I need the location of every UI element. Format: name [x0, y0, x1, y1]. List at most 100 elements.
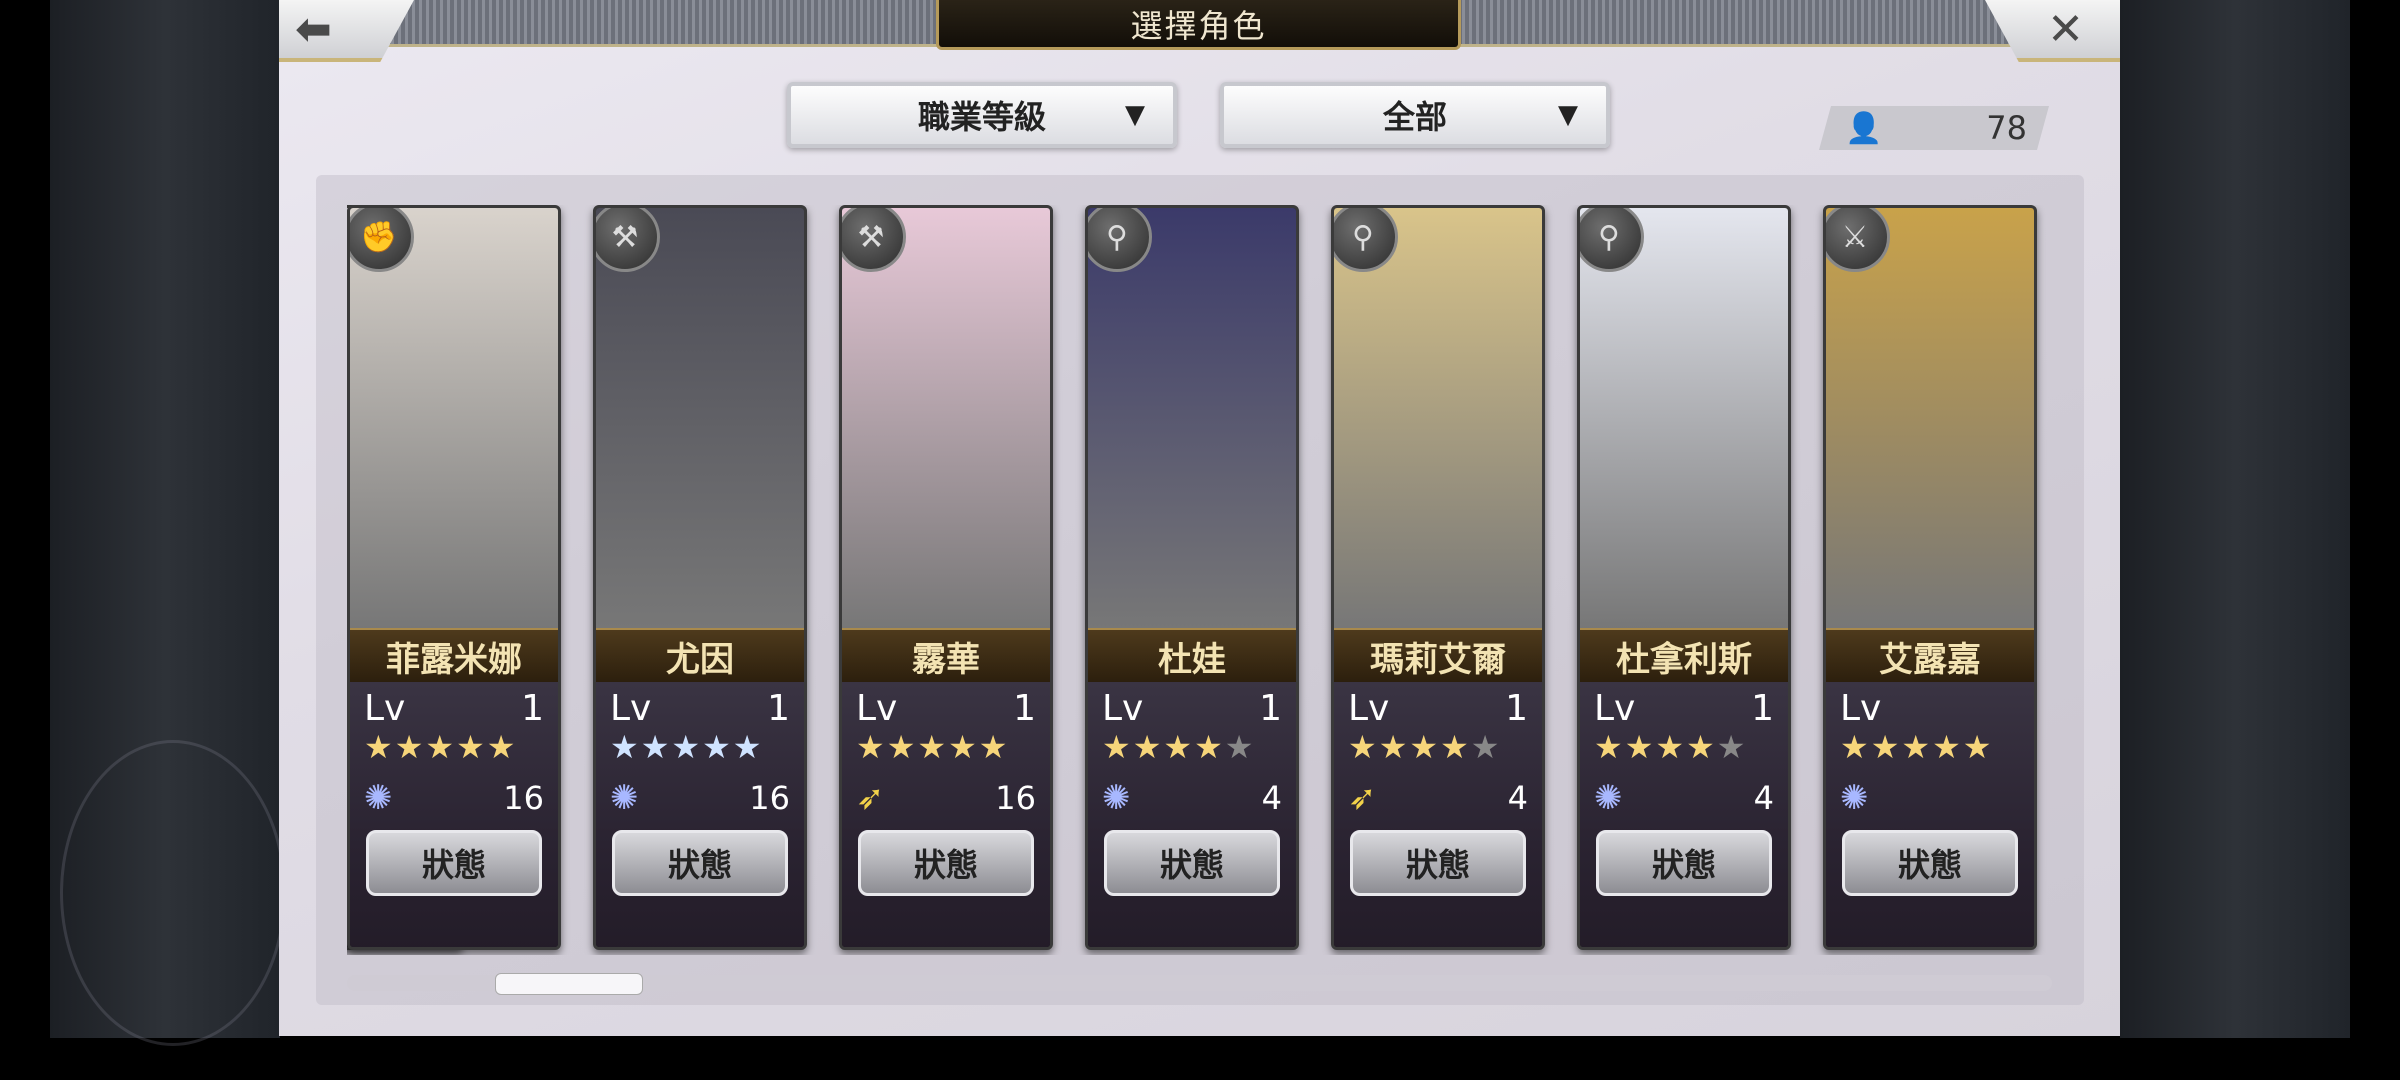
element-value: 4 — [1261, 779, 1282, 817]
filter-dropdown-label: 全部 — [1382, 98, 1447, 136]
filter-dropdown[interactable]: 全部 ▼ — [1220, 82, 1610, 148]
roster-count: 👤 78 — [1819, 106, 2049, 150]
element-value: 4 — [1507, 779, 1528, 817]
back-button[interactable]: ⬅ — [279, 0, 414, 62]
level-value: 1 — [1751, 688, 1774, 729]
close-button[interactable]: ✕ — [1985, 0, 2120, 62]
level-row: Lv 1 — [610, 688, 790, 729]
star-icon: ★ — [1870, 728, 1902, 766]
chevron-down-icon: ▼ — [1558, 100, 1578, 130]
star-icon: ★ — [1932, 728, 1963, 766]
arrow-left-icon: ⬅ — [295, 3, 332, 55]
character-name: 尤因 — [596, 628, 804, 684]
star-icon: ★ — [917, 728, 949, 766]
character-stats: Lv 1 ★★★★★ ✺ 4 狀態 — [1088, 682, 1296, 947]
element-value: 16 — [995, 779, 1036, 817]
character-card[interactable]: ⚒ 霧華 Lv 1 ★★★★★ ➶ 16 狀態 — [839, 205, 1053, 950]
rarity-stars: ★★★★★ — [1348, 728, 1501, 766]
level-label: Lv — [364, 688, 406, 729]
character-stats: Lv ★★★★★ ✺ 狀態 — [1826, 682, 2034, 947]
level-value: 1 — [767, 688, 790, 729]
rarity-stars: ★★★★★ — [1840, 728, 1993, 766]
character-card[interactable]: ⚒ 尤因 Lv 1 ★★★★★ ✺ 16 狀態 — [593, 205, 807, 950]
element-row: ➶ 4 — [1348, 778, 1528, 818]
star-icon: ★ — [1901, 728, 1933, 766]
star-icon: ★ — [1194, 728, 1225, 766]
star-icon: ★ — [948, 728, 979, 766]
character-name: 菲露米娜 — [350, 628, 558, 684]
character-card[interactable]: ⚲ 瑪莉艾爾 Lv 1 ★★★★★ ➶ 4 狀態 — [1331, 205, 1545, 950]
character-name: 瑪莉艾爾 — [1334, 628, 1542, 684]
status-button[interactable]: 狀態 — [1104, 830, 1280, 896]
level-value: 1 — [521, 688, 544, 729]
star-icon: ★ — [425, 728, 457, 766]
character-card[interactable]: ⚲ 杜拿利斯 Lv 1 ★★★★★ ✺ 4 狀態 — [1577, 205, 1791, 950]
element-value: 16 — [503, 779, 544, 817]
star-icon: ★ — [732, 728, 764, 766]
level-row: Lv 1 — [1102, 688, 1282, 729]
character-stats: Lv 1 ★★★★★ ➶ 4 狀態 — [1334, 682, 1542, 947]
star-icon: ★ — [1102, 728, 1133, 766]
scrollbar-thumb[interactable] — [495, 973, 643, 995]
character-card[interactable]: ⚔ 艾露嘉 Lv ★★★★★ ✺ 狀態 — [1823, 205, 2037, 950]
star-icon: ★ — [610, 728, 641, 766]
status-button[interactable]: 狀態 — [366, 830, 542, 896]
star-icon: ★ — [1224, 728, 1256, 766]
light-element-icon: ➶ — [856, 778, 885, 818]
star-icon: ★ — [1440, 728, 1471, 766]
level-row: Lv 1 — [364, 688, 544, 729]
character-select-panel: ⬅ 選擇角色 ✕ 職業等級 ▼ 全部 ▼ 👤 78 Lv1★★★★★✺6狀態✊菲… — [279, 0, 2120, 1036]
star-icon: ★ — [886, 728, 918, 766]
wind-element-icon: ✺ — [364, 778, 393, 818]
element-value: 16 — [749, 779, 790, 817]
element-row: ✺ 4 — [1594, 778, 1774, 818]
sort-dropdown[interactable]: 職業等級 ▼ — [787, 82, 1177, 148]
star-icon: ★ — [671, 728, 703, 766]
status-button[interactable]: 狀態 — [858, 830, 1034, 896]
star-icon: ★ — [1686, 728, 1717, 766]
element-row: ✺ 16 — [610, 778, 790, 818]
star-icon: ★ — [364, 728, 395, 766]
roster-count-value: 78 — [1986, 109, 2027, 147]
level-label: Lv — [856, 688, 898, 729]
status-button[interactable]: 狀態 — [1842, 830, 2018, 896]
level-label: Lv — [610, 688, 652, 729]
level-label: Lv — [1348, 688, 1390, 729]
background-right — [2120, 0, 2350, 1038]
close-x-icon: ✕ — [2047, 3, 2084, 55]
status-button[interactable]: 狀態 — [612, 830, 788, 896]
star-icon: ★ — [1840, 728, 1871, 766]
star-icon: ★ — [702, 728, 733, 766]
level-value: 1 — [1505, 688, 1528, 729]
rarity-stars: ★★★★★ — [1594, 728, 1747, 766]
level-row: Lv 1 — [1594, 688, 1774, 729]
character-stats: Lv 1 ★★★★★ ✺ 16 狀態 — [350, 682, 558, 947]
character-card[interactable]: ✊ 菲露米娜 Lv 1 ★★★★★ ✺ 16 狀態 — [347, 205, 561, 950]
character-card[interactable]: ⚲ 杜娃 Lv 1 ★★★★★ ✺ 4 狀態 — [1085, 205, 1299, 950]
level-row: Lv — [1840, 688, 2020, 729]
status-button[interactable]: 狀態 — [1596, 830, 1772, 896]
page-title: 選擇角色 — [936, 0, 1461, 50]
character-stats: Lv 1 ★★★★★ ✺ 4 狀態 — [1580, 682, 1788, 947]
character-list[interactable]: Lv1★★★★★✺6狀態✊菲露米娜Lv1★★★★★✺16狀態⚒尤因Lv1★★★★… — [347, 205, 2047, 955]
star-icon: ★ — [640, 728, 672, 766]
background-ornament — [60, 740, 286, 1046]
character-name: 艾露嘉 — [1826, 628, 2034, 684]
status-button[interactable]: 狀態 — [1350, 830, 1526, 896]
level-label: Lv — [1840, 688, 1882, 729]
level-row: Lv 1 — [856, 688, 1036, 729]
star-icon: ★ — [486, 728, 518, 766]
star-icon: ★ — [1132, 728, 1164, 766]
element-row: ✺ 4 — [1102, 778, 1282, 818]
rarity-stars: ★★★★★ — [364, 728, 517, 766]
horizontal-scrollbar[interactable] — [347, 973, 2052, 995]
rarity-stars: ★★★★★ — [856, 728, 1009, 766]
level-row: Lv 1 — [1348, 688, 1528, 729]
level-label: Lv — [1102, 688, 1144, 729]
element-row: ➶ 16 — [856, 778, 1036, 818]
star-icon: ★ — [978, 728, 1010, 766]
element-value: 4 — [1753, 779, 1774, 817]
star-icon: ★ — [1594, 728, 1625, 766]
level-value: 1 — [1259, 688, 1282, 729]
star-icon: ★ — [1348, 728, 1379, 766]
